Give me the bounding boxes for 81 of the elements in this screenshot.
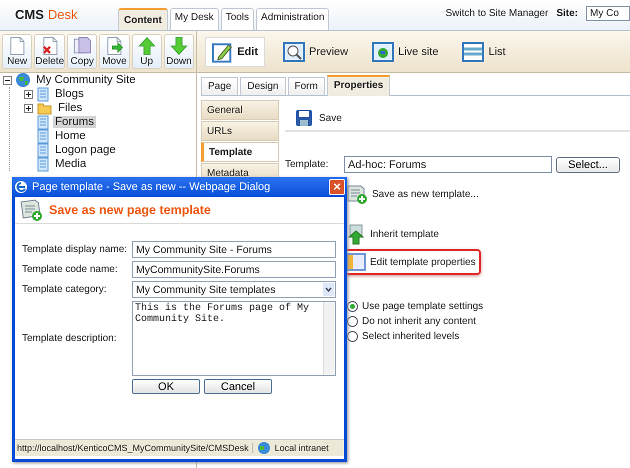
page-icon — [37, 128, 49, 144]
dialog-heading: Save as new page template — [49, 203, 211, 217]
view-mode-button[interactable]: Edit — [205, 36, 265, 66]
tree-item[interactable]: Blogs — [53, 88, 86, 100]
page-icon — [37, 156, 49, 172]
field-label: Template display name: — [22, 244, 128, 255]
tree-item[interactable]: Home — [53, 130, 88, 142]
site-label: Site: — [556, 8, 578, 19]
magnifier-icon — [283, 40, 305, 62]
expand-icon — [24, 104, 33, 112]
toolbar-button[interactable]: Delete — [34, 34, 66, 69]
switch-site-manager-link[interactable]: Switch to Site Manager — [446, 8, 548, 19]
field-label: Template code name: — [22, 264, 119, 275]
input-field[interactable]: MyCommunitySite.Forums — [132, 261, 336, 278]
arrow-up-icon — [346, 223, 366, 245]
side-menu-item[interactable]: URLs — [201, 121, 279, 141]
tree-root[interactable]: My Community Site — [34, 74, 138, 86]
radio-label: Do not inherit any content — [362, 316, 476, 327]
page-tab[interactable]: Design — [240, 77, 286, 95]
page-icon — [37, 86, 49, 102]
list-icon — [462, 40, 484, 62]
nav-tab[interactable]: Content — [118, 8, 168, 30]
toolbar-button[interactable]: Move — [99, 34, 130, 69]
page-icon — [37, 142, 49, 158]
toolbar-button[interactable]: Down — [164, 34, 194, 69]
globe-icon — [15, 72, 31, 88]
action-link[interactable]: Edit template properties — [370, 256, 476, 268]
dialog-button[interactable]: OK — [132, 379, 200, 394]
side-menu-item[interactable]: General — [201, 100, 279, 120]
globe-icon — [372, 40, 394, 62]
template-label: Template: — [285, 159, 330, 170]
status-zone: Local intranet — [274, 443, 329, 453]
close-button[interactable]: × — [329, 179, 345, 195]
page-icon — [37, 114, 49, 130]
nav-tab[interactable]: Administration — [256, 8, 330, 30]
save-link[interactable]: Save — [319, 112, 342, 124]
view-mode-button[interactable]: Live site — [366, 38, 444, 66]
logo-text: Desk — [48, 7, 78, 22]
tree-item[interactable]: Logon page — [53, 144, 118, 156]
page-tab[interactable]: Form — [288, 77, 325, 95]
status-url: http://localhost/KenticoCMS_MyCommunitySite/CMSDesk — [17, 443, 253, 453]
category-select[interactable]: My Community Site templates — [132, 281, 336, 298]
action-link[interactable]: Save as new template... — [372, 188, 479, 200]
radio-label: Use page template settings — [362, 301, 484, 312]
tree-item[interactable]: Media — [53, 158, 88, 170]
tree-item[interactable]: Forums — [53, 116, 96, 128]
nav-tab[interactable]: Tools — [220, 8, 254, 30]
network-globe-icon — [256, 441, 272, 455]
toolbar-button[interactable]: New — [2, 34, 32, 69]
page-tab[interactable]: Page — [201, 77, 238, 95]
radio-label: Select inherited levels — [362, 331, 460, 342]
radio-button[interactable] — [347, 316, 358, 327]
expand-icon — [24, 90, 33, 98]
radio-button[interactable] — [347, 331, 358, 342]
action-link[interactable]: Inherit template — [370, 228, 439, 240]
dialog-button[interactable]: Cancel — [204, 379, 272, 394]
pencil-icon — [212, 40, 234, 62]
tree-item[interactable]: Files — [56, 102, 84, 114]
caret-down-icon — [323, 283, 334, 296]
view-mode-button[interactable]: List — [456, 38, 512, 66]
toolbar-button[interactable]: Up — [132, 34, 162, 69]
panel-icon — [346, 253, 366, 271]
logo-text: CMS — [15, 7, 44, 22]
template-field[interactable]: Ad-hoc: Forums — [344, 156, 552, 173]
template-add-icon — [19, 198, 43, 222]
site-select[interactable]: My Co — [586, 6, 630, 21]
collapse-icon — [3, 76, 12, 84]
folder-icon — [37, 102, 52, 114]
toolbar-button[interactable]: Copy — [67, 34, 98, 69]
browser-icon — [14, 180, 28, 194]
radio-button[interactable] — [347, 301, 358, 312]
dialog-title: Page template - Save as new -- Webpage Dialog — [32, 181, 272, 193]
input-field[interactable]: My Community Site - Forums — [132, 241, 336, 258]
field-label: Template category: — [22, 284, 108, 295]
nav-tab[interactable]: My Desk — [170, 8, 219, 30]
view-mode-button[interactable]: Preview — [277, 38, 354, 66]
description-textarea[interactable]: This is the Forums page of My Community Site. — [132, 301, 336, 376]
page-tab[interactable]: Properties — [326, 75, 390, 96]
side-menu-item[interactable]: Template — [201, 142, 279, 162]
field-label: Template description: — [22, 333, 118, 344]
select-button[interactable]: Select... — [556, 156, 620, 172]
